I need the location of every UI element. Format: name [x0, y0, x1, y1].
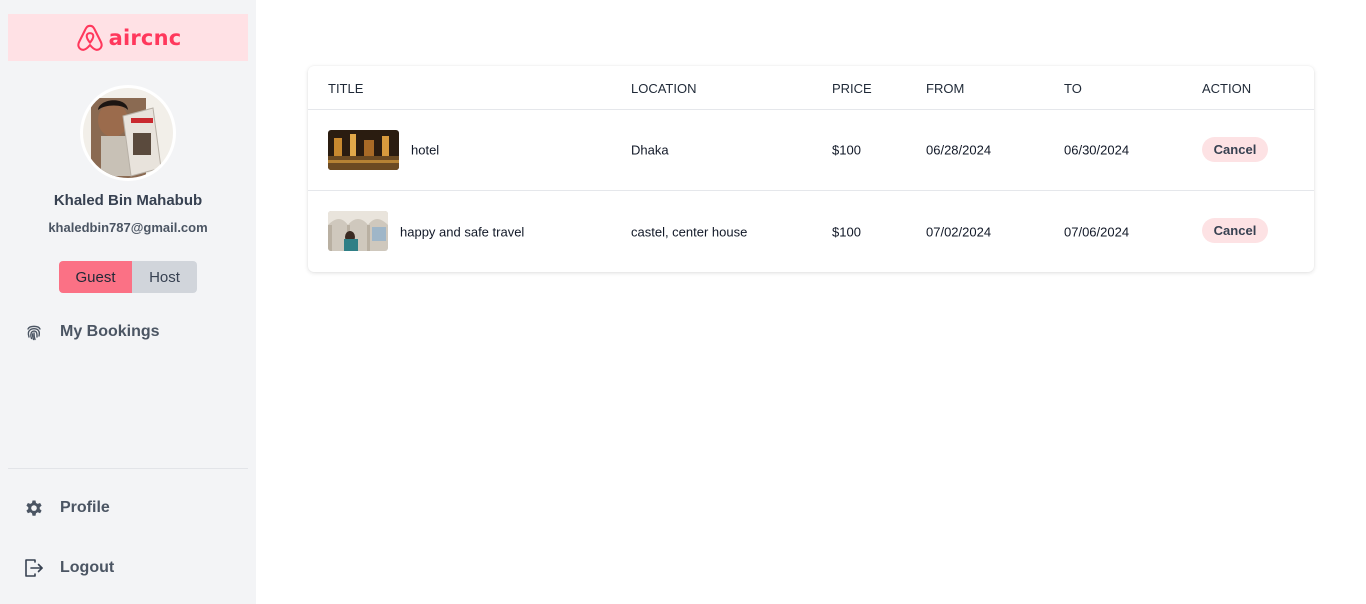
app: aircnc Khaled Bin Mahabub khaledbin787@g… [0, 0, 1366, 604]
nav-logout-label: Logout [60, 559, 115, 576]
row-to: 07/06/2024 [1064, 224, 1130, 239]
role-toggle: Guest Host [59, 261, 197, 293]
row-location: Dhaka [631, 142, 669, 158]
header-to: TO [1064, 81, 1082, 96]
fingerprint-icon [24, 322, 44, 342]
logo-text: aircnc [108, 25, 182, 50]
avatar-image [83, 88, 173, 178]
cancel-button[interactable]: Cancel [1202, 137, 1268, 162]
row-title: happy and safe travel [400, 224, 525, 239]
row-thumbnail [328, 130, 399, 170]
header-action: ACTION [1202, 81, 1252, 96]
user-email: khaledbin787@gmail.com [48, 220, 208, 235]
row-title: hotel [411, 142, 440, 158]
row-from: 07/02/2024 [926, 224, 992, 239]
nav-my-bookings-label: My Bookings [60, 323, 160, 340]
nav-profile[interactable]: Profile [24, 498, 110, 518]
row-to: 06/30/2024 [1064, 142, 1130, 158]
header-price: PRICE [832, 81, 872, 96]
logout-icon [24, 558, 44, 578]
main-content: TITLE LOCATION PRICE FROM TO ACTION hote… [256, 0, 1366, 604]
table-row: hotel Dhaka $100 06/28/2024 06/30/2024 C… [308, 110, 1314, 191]
row-thumbnail [328, 211, 388, 251]
row-price: $100 [832, 142, 861, 158]
sidebar-divider [8, 468, 248, 469]
table-row: happy and safe travel castel, center hou… [308, 191, 1314, 272]
nav-my-bookings[interactable]: My Bookings [24, 322, 160, 342]
user-name: Khaled Bin Mahabub [53, 192, 203, 209]
bookings-table: TITLE LOCATION PRICE FROM TO ACTION hote… [308, 66, 1314, 272]
row-location: castel, center house [631, 224, 748, 239]
avatar [80, 85, 176, 181]
cancel-button[interactable]: Cancel [1202, 218, 1268, 243]
header-location: LOCATION [631, 81, 697, 96]
nav-logout[interactable]: Logout [24, 558, 114, 578]
header-from: FROM [926, 81, 965, 96]
table-header: TITLE LOCATION PRICE FROM TO ACTION [308, 66, 1314, 110]
header-title: TITLE [328, 81, 364, 96]
gear-icon [24, 498, 44, 518]
row-price: $100 [832, 224, 861, 239]
row-from: 06/28/2024 [926, 142, 992, 158]
guest-toggle-button[interactable]: Guest [59, 261, 132, 293]
host-toggle-button[interactable]: Host [132, 261, 197, 293]
nav-profile-label: Profile [60, 499, 110, 516]
sidebar: aircnc Khaled Bin Mahabub khaledbin787@g… [0, 0, 256, 604]
airbnb-logo-icon [76, 24, 103, 51]
logo[interactable]: aircnc [8, 14, 248, 61]
